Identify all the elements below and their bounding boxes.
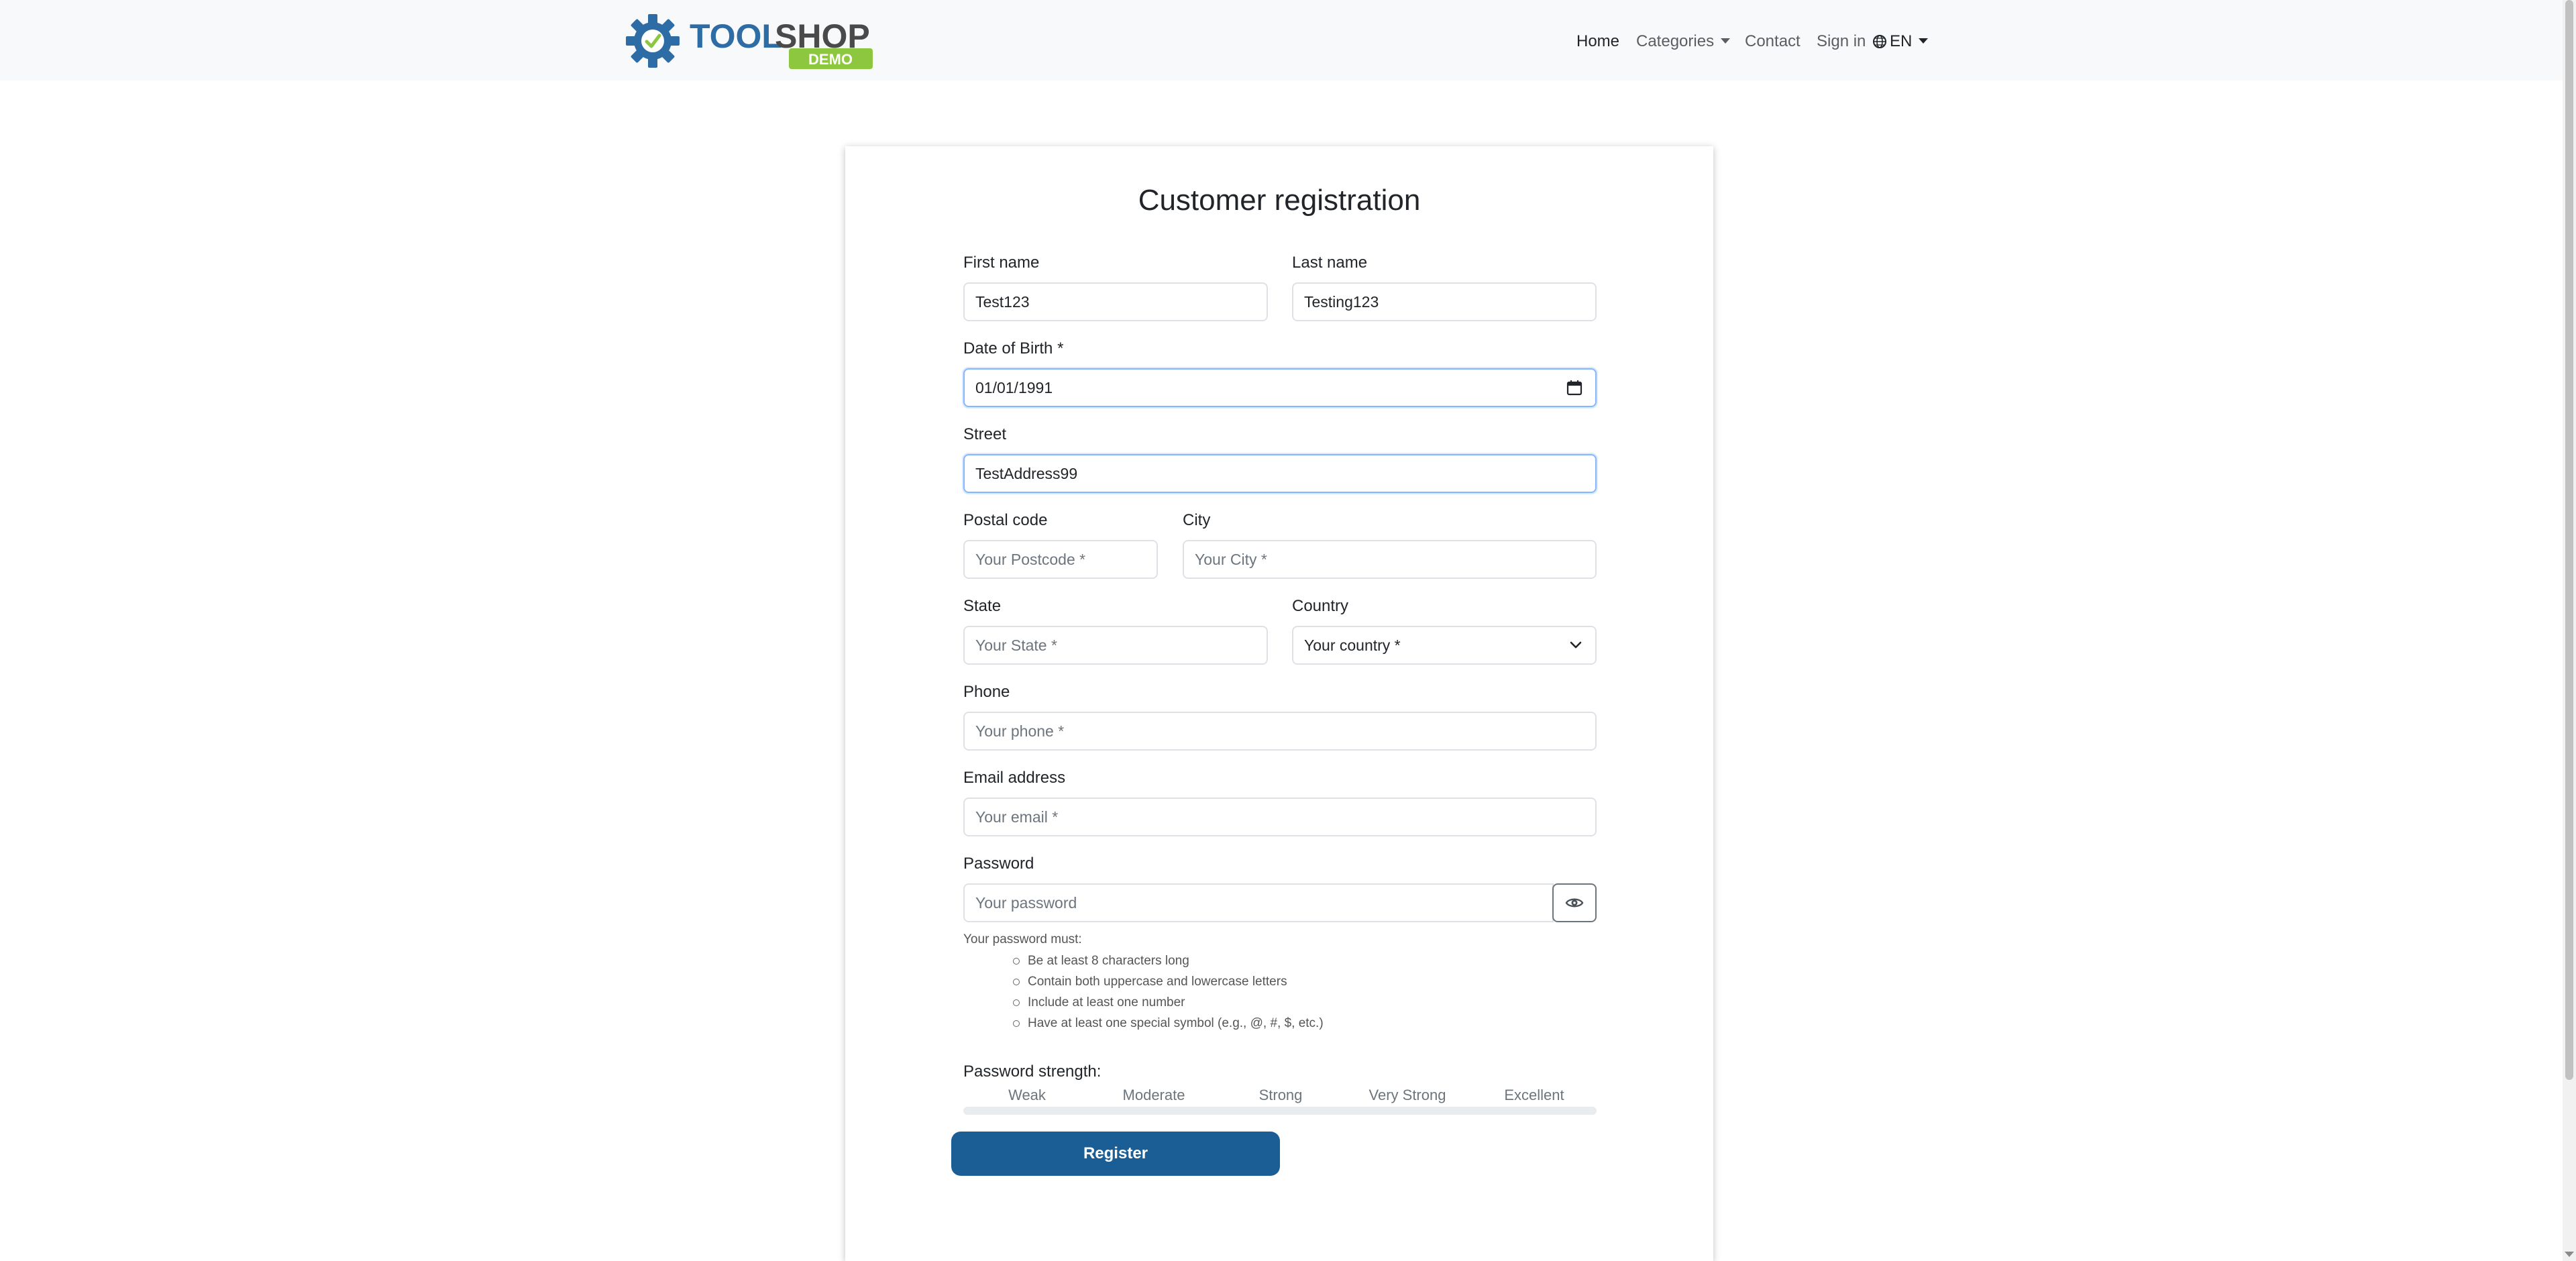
password-rule: Be at least 8 characters long — [1013, 950, 1324, 971]
strength-level-very-strong: Very Strong — [1368, 1087, 1446, 1103]
scrollbar-thumb[interactable] — [2565, 0, 2573, 1080]
chevron-down-icon — [1919, 38, 1929, 44]
phone-input[interactable] — [963, 712, 1597, 751]
password-rules-intro: Your password must: — [963, 932, 1082, 946]
strength-level-moderate: Moderate — [1122, 1087, 1185, 1103]
strength-level-excellent: Excellent — [1504, 1087, 1564, 1103]
postal-code-input[interactable] — [963, 540, 1158, 579]
page-title: Customer registration — [1138, 184, 1421, 217]
password-rules-list: Be at least 8 characters long Contain bo… — [1013, 950, 1324, 1034]
strength-level-strong: Strong — [1258, 1087, 1303, 1103]
password-rule: Contain both uppercase and lowercase let… — [1013, 971, 1324, 992]
nav-categories-label: Categories — [1636, 32, 1715, 50]
strength-level-weak: Weak — [1008, 1087, 1046, 1103]
country-label: Country — [1292, 597, 1349, 615]
state-input[interactable] — [963, 626, 1268, 665]
navbar: TOOL SHOP DEMO Home Categories Contact S… — [0, 0, 2563, 80]
svg-text:TOOL: TOOL — [690, 17, 782, 55]
toolshop-logo[interactable]: TOOL SHOP DEMO — [626, 11, 881, 70]
last-name-input[interactable] — [1292, 282, 1597, 321]
street-label: Street — [963, 425, 1007, 443]
country-selected-value: Your country * — [1304, 637, 1401, 654]
street-input[interactable] — [963, 454, 1597, 493]
password-strength-label: Password strength: — [963, 1062, 1102, 1081]
registration-card: Customer registration First name Last na… — [845, 146, 1713, 1261]
scroll-down-arrow-icon[interactable] — [2565, 1252, 2574, 1257]
nav-contact[interactable]: Contact — [1745, 28, 1801, 55]
language-dropdown[interactable]: EN — [1872, 28, 1929, 55]
toggle-password-visibility-button[interactable] — [1552, 883, 1597, 922]
postal-code-label: Postal code — [963, 511, 1048, 529]
city-input[interactable] — [1183, 540, 1597, 579]
dob-label: Date of Birth * — [963, 339, 1064, 358]
email-label: Email address — [963, 769, 1066, 787]
password-label: Password — [963, 855, 1034, 873]
dob-input[interactable]: 01/01/1991 — [963, 368, 1597, 407]
chevron-down-icon — [1721, 38, 1731, 44]
password-input[interactable] — [963, 883, 1554, 922]
globe-icon — [1873, 35, 1886, 48]
nav-categories-dropdown[interactable]: Categories — [1636, 28, 1731, 55]
language-label: EN — [1890, 32, 1913, 50]
city-label: City — [1183, 511, 1211, 529]
page-scrollbar[interactable] — [2563, 0, 2576, 1261]
last-name-label: Last name — [1292, 254, 1368, 272]
password-rule: Have at least one special symbol (e.g., … — [1013, 1013, 1324, 1034]
nav-sign-in[interactable]: Sign in — [1817, 28, 1866, 55]
password-strength-levels: Weak Moderate Strong Very Strong Excelle… — [963, 1087, 1597, 1105]
password-strength-bar — [963, 1107, 1597, 1115]
phone-label: Phone — [963, 683, 1010, 701]
password-rule: Include at least one number — [1013, 992, 1324, 1013]
eye-icon — [1565, 898, 1584, 908]
email-input[interactable] — [963, 798, 1597, 836]
dob-value: 01/01/1991 — [975, 379, 1053, 396]
chevron-down-icon — [1570, 641, 1582, 649]
register-button[interactable]: Register — [951, 1132, 1280, 1176]
gear-icon — [626, 14, 680, 68]
svg-text:DEMO: DEMO — [808, 51, 853, 68]
first-name-label: First name — [963, 254, 1040, 272]
nav-home[interactable]: Home — [1576, 28, 1619, 55]
calendar-icon[interactable] — [1566, 379, 1583, 396]
country-select[interactable]: Your country * — [1292, 626, 1597, 665]
first-name-input[interactable] — [963, 282, 1268, 321]
state-label: State — [963, 597, 1002, 615]
